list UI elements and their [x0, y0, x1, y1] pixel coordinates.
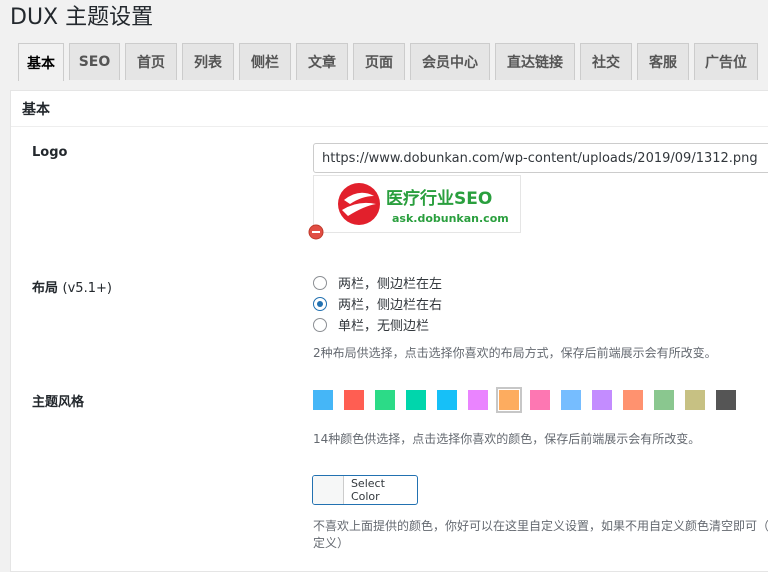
color-swatch[interactable] [561, 390, 581, 410]
select-color-button[interactable]: Select Color [312, 475, 418, 505]
color-swatch[interactable] [375, 390, 395, 410]
theme-style-description: 14种颜色供选择，点击选择你喜欢的颜色，保存后前端展示会有所改变。 [313, 432, 701, 446]
tab-sidebar[interactable]: 侧栏 [239, 43, 291, 80]
color-swatch[interactable] [496, 387, 522, 413]
color-swatch[interactable] [406, 390, 426, 410]
remove-logo-icon[interactable] [308, 224, 324, 240]
logo-url-input[interactable] [313, 143, 768, 173]
tab-list[interactable]: 列表 [182, 43, 234, 80]
tab-basic[interactable]: 基本 [18, 43, 64, 81]
layout-label: 布局 (v5.1+) [32, 277, 112, 296]
section-title: 基本 [11, 91, 768, 127]
color-swatch[interactable] [654, 390, 674, 410]
color-swatch[interactable] [592, 390, 612, 410]
layout-description: 2种布局供选择，点击选择你喜欢的布局方式，保存后前端展示会有所改变。 [313, 346, 717, 360]
settings-panel: 基本 Logo 医疗行业SEO ask.dobunkan.com 布局 (v5.… [10, 90, 768, 572]
logo-preview-url: ask.dobunkan.com [392, 212, 509, 225]
logo-preview-title: 医疗行业SEO [386, 189, 493, 209]
tab-page[interactable]: 页面 [353, 43, 405, 80]
radio-button[interactable] [313, 275, 327, 290]
color-swatch[interactable] [468, 390, 488, 410]
layout-version: (v5.1+) [62, 281, 112, 296]
color-swatch[interactable] [437, 390, 457, 410]
tab-social[interactable]: 社交 [580, 43, 632, 80]
custom-color-description-cont: 定义） [313, 536, 350, 550]
layout-option-label: 两栏，侧边栏在右 [338, 298, 443, 313]
color-swatch[interactable] [623, 390, 643, 410]
color-swatch-list [313, 387, 747, 413]
layout-option-label: 两栏，侧边栏在左 [338, 277, 443, 292]
custom-color-description: 不喜欢上面提供的颜色，你好可以在这里自定义设置，如果不用自定义颜色清空即可（ [313, 519, 768, 533]
logo-mark-icon [338, 183, 380, 225]
tab-customer-service[interactable]: 客服 [637, 43, 689, 80]
tab-seo[interactable]: SEO [69, 43, 120, 80]
radio-button[interactable] [313, 317, 327, 332]
layout-radio-group: 两栏，侧边栏在左 两栏，侧边栏在右 单栏，无侧边栏 [313, 272, 442, 335]
color-swatch[interactable] [344, 390, 364, 410]
tab-ad-slots[interactable]: 广告位 [694, 43, 758, 80]
theme-style-label: 主题风格 [32, 395, 85, 410]
radio-button-checked[interactable] [313, 296, 327, 311]
tab-member-center[interactable]: 会员中心 [410, 43, 490, 80]
tab-direct-links[interactable]: 直达链接 [495, 43, 575, 80]
layout-option-label: 单栏，无侧边栏 [338, 319, 430, 334]
logo-label: Logo [32, 145, 68, 160]
color-swatch[interactable] [716, 390, 736, 410]
layout-option-left-sidebar[interactable]: 两栏，侧边栏在左 [313, 272, 442, 293]
layout-label-text: 布局 [32, 281, 59, 296]
page-title: DUX 主题设置 [10, 5, 154, 30]
settings-tabs: 基本 SEO 首页 列表 侧栏 文章 页面 会员中心 直达链接 社交 客服 广告… [18, 43, 768, 81]
color-swatch[interactable] [685, 390, 705, 410]
color-swatch[interactable] [530, 390, 550, 410]
color-preview [313, 476, 344, 504]
logo-preview: 医疗行业SEO ask.dobunkan.com [313, 175, 521, 233]
layout-option-no-sidebar[interactable]: 单栏，无侧边栏 [313, 314, 442, 335]
select-color-label: Select Color [350, 477, 385, 503]
tab-home[interactable]: 首页 [125, 43, 177, 80]
color-swatch[interactable] [313, 390, 333, 410]
tab-article[interactable]: 文章 [296, 43, 348, 80]
layout-option-right-sidebar[interactable]: 两栏，侧边栏在右 [313, 293, 442, 314]
